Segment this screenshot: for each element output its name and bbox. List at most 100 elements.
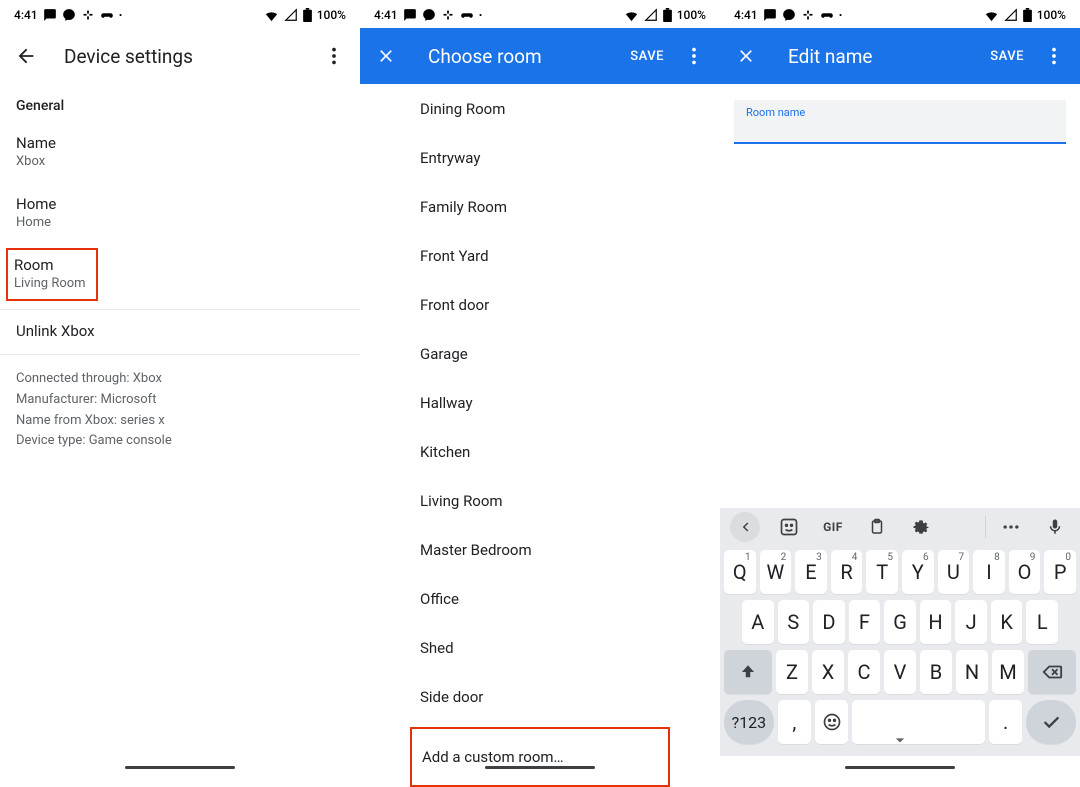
shift-icon (739, 663, 757, 681)
kb-collapse-button[interactable] (890, 730, 910, 754)
kb-shift-key[interactable] (724, 650, 772, 694)
wifi-icon (624, 8, 639, 23)
setting-room-highlight[interactable]: Room Living Room (6, 248, 98, 301)
appbar: Device settings (0, 28, 360, 84)
status-time: 4:41 (374, 8, 398, 22)
room-option[interactable]: Side door (360, 672, 720, 721)
kb-key[interactable]: R4 (831, 550, 863, 594)
kb-key[interactable]: B (920, 650, 952, 694)
room-name-field[interactable]: Room name (734, 100, 1066, 144)
kb-mic-button[interactable] (1040, 512, 1070, 542)
save-button[interactable]: SAVE (980, 41, 1034, 72)
room-option[interactable]: Front Yard (360, 231, 720, 280)
kb-key[interactable]: P0 (1044, 550, 1076, 594)
room-option[interactable]: Front door (360, 280, 720, 329)
room-option[interactable]: Office (360, 574, 720, 623)
kb-more-button[interactable] (996, 512, 1026, 542)
kb-emoji-key[interactable] (815, 700, 848, 744)
kb-key[interactable]: J (955, 600, 987, 644)
kb-key[interactable]: T5 (866, 550, 898, 594)
slack-icon (441, 8, 455, 22)
kb-key[interactable]: F (849, 600, 881, 644)
gesture-nav[interactable] (0, 756, 360, 778)
kb-key[interactable]: V (884, 650, 916, 694)
kb-key[interactable]: M (992, 650, 1024, 694)
overflow-menu-button[interactable] (314, 36, 354, 76)
page-title: Edit name (788, 45, 872, 68)
room-option[interactable]: Hallway (360, 378, 720, 427)
kb-key[interactable]: G (884, 600, 916, 644)
room-option[interactable]: Master Bedroom (360, 525, 720, 574)
gear-icon (911, 517, 931, 537)
setting-unlink[interactable]: Unlink Xbox (0, 310, 360, 354)
chat-bubble-icon (403, 8, 417, 22)
controller-icon (100, 8, 114, 22)
kb-sticker-button[interactable] (774, 512, 804, 542)
soft-keyboard: GIF Q1W2E3R4T5Y6U7I8O9P0 ASDFGHJKL ZXCVB… (720, 508, 1080, 756)
overflow-menu-button[interactable] (1034, 36, 1074, 76)
section-general: General (0, 84, 360, 122)
overflow-menu-button[interactable] (674, 36, 714, 76)
kb-key[interactable]: L (1026, 600, 1058, 644)
appbar: Edit name SAVE (720, 28, 1080, 84)
setting-name[interactable]: Name Xbox (0, 122, 360, 183)
kb-key[interactable]: Q1 (724, 550, 756, 594)
battery-icon (1023, 8, 1032, 22)
room-option[interactable]: Garage (360, 329, 720, 378)
kb-key[interactable]: D (813, 600, 845, 644)
kb-key[interactable]: W2 (760, 550, 792, 594)
close-icon (736, 46, 756, 66)
close-button[interactable] (366, 36, 406, 76)
kb-key[interactable]: Z (776, 650, 808, 694)
kb-key[interactable]: A (742, 600, 774, 644)
chat-bubble-icon (43, 8, 57, 22)
room-option[interactable]: Family Room (360, 182, 720, 231)
room-option[interactable]: Kitchen (360, 427, 720, 476)
appbar: Choose room SAVE (360, 28, 720, 84)
status-bar: 4:41 · 100% (0, 0, 360, 28)
setting-name-value: Xbox (16, 154, 344, 169)
kb-period-key[interactable]: . (989, 700, 1022, 744)
kb-key[interactable]: H (920, 600, 952, 644)
gesture-nav[interactable] (360, 756, 720, 778)
device-meta: Connected through: Xbox Manufacturer: Mi… (0, 355, 360, 466)
room-option[interactable]: Living Room (360, 476, 720, 525)
check-icon (1040, 711, 1062, 733)
kb-key[interactable]: K (991, 600, 1023, 644)
kb-key[interactable]: C (848, 650, 880, 694)
room-option[interactable]: Shed (360, 623, 720, 672)
setting-home-label: Home (16, 195, 344, 213)
close-icon (376, 46, 396, 66)
setting-home[interactable]: Home Home (0, 183, 360, 244)
kb-backspace-key[interactable] (1028, 650, 1076, 694)
kb-key[interactable]: E3 (795, 550, 827, 594)
room-option[interactable]: Entryway (360, 133, 720, 182)
kb-key[interactable]: I8 (973, 550, 1005, 594)
kb-back-button[interactable] (730, 512, 760, 542)
clipboard-icon (868, 518, 886, 536)
slack-icon (801, 8, 815, 22)
gesture-nav[interactable] (720, 756, 1080, 778)
kb-key[interactable]: U7 (938, 550, 970, 594)
meta-name: Name from Xbox: series x (16, 411, 344, 432)
kb-comma-key[interactable]: , (778, 700, 811, 744)
kb-key[interactable]: S (778, 600, 810, 644)
save-button[interactable]: SAVE (620, 41, 674, 72)
close-button[interactable] (726, 36, 766, 76)
kb-key[interactable]: Y6 (902, 550, 934, 594)
back-button[interactable] (6, 36, 46, 76)
kb-key[interactable]: N (956, 650, 988, 694)
kb-gif-button[interactable]: GIF (818, 512, 848, 542)
setting-home-value: Home (16, 215, 344, 230)
kb-enter-key[interactable] (1026, 700, 1076, 744)
kb-clipboard-button[interactable] (862, 512, 892, 542)
kb-separator (985, 516, 986, 538)
kb-symbols-key[interactable]: ?123 (724, 700, 774, 744)
meta-manufacturer: Manufacturer: Microsoft (16, 390, 344, 411)
kb-settings-button[interactable] (906, 512, 936, 542)
kb-key[interactable]: X (812, 650, 844, 694)
status-overflow-dot: · (119, 8, 123, 22)
kb-space-key[interactable] (852, 700, 985, 744)
kb-key[interactable]: O9 (1009, 550, 1041, 594)
room-option[interactable]: Dining Room (360, 84, 720, 133)
